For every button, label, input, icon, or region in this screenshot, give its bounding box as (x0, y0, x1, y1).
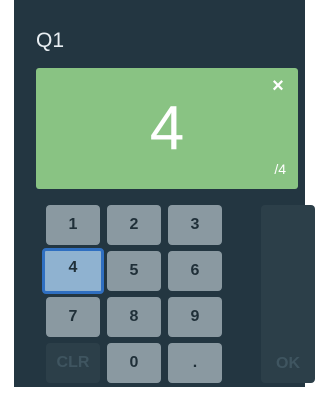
key-9[interactable]: 9 (168, 297, 222, 337)
ok-button-label: OK (276, 355, 300, 372)
key-7[interactable]: 7 (46, 297, 100, 337)
score-value: 4 (149, 94, 185, 163)
clear-button[interactable]: CLR (46, 343, 100, 383)
key-0[interactable]: 0 (107, 343, 161, 383)
key-8[interactable]: 8 (107, 297, 161, 337)
question-label: Q1 (36, 29, 65, 52)
score-display: 4 × /4 (36, 68, 298, 189)
question-panel: Q1 4 × /4 1 2 3 4 5 6 7 8 9 CLR 0 . OK (14, 0, 315, 387)
key-decimal[interactable]: . (168, 343, 222, 383)
key-5[interactable]: 5 (107, 251, 161, 291)
key-2[interactable]: 2 (107, 205, 161, 245)
key-3[interactable]: 3 (168, 205, 222, 245)
max-score: /4 (274, 161, 286, 177)
close-icon[interactable]: × (268, 76, 288, 96)
ok-button[interactable]: OK (261, 205, 315, 383)
key-6[interactable]: 6 (168, 251, 222, 291)
key-1[interactable]: 1 (46, 205, 100, 245)
key-4[interactable]: 4 (42, 248, 104, 294)
